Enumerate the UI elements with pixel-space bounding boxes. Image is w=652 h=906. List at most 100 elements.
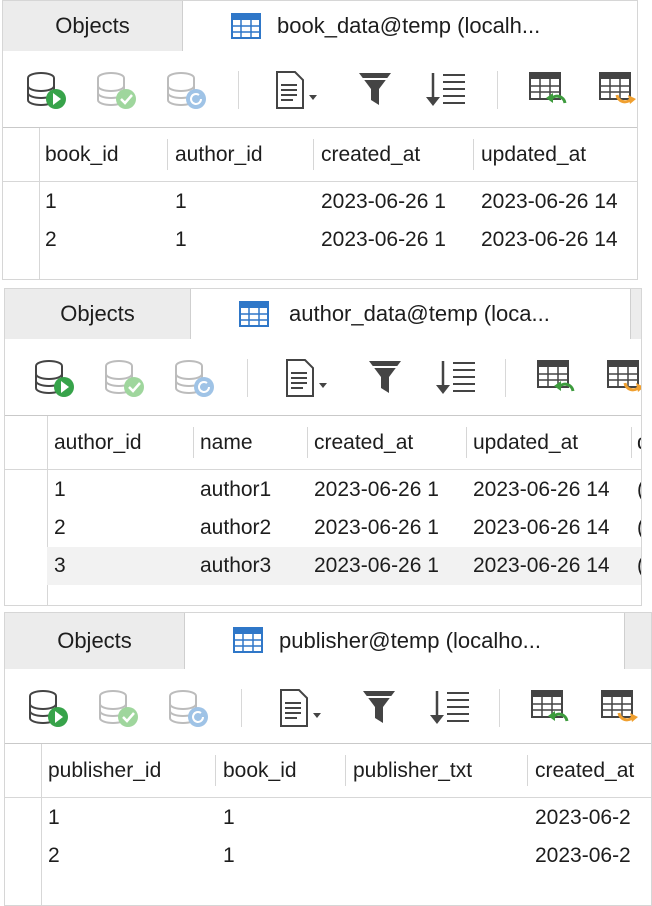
column-header[interactable]: created_at [535,744,651,797]
table-panel-book-data: Objects book_data@temp (localh... book_i… [2,0,638,280]
column-header[interactable]: author_id [175,128,313,181]
column-header[interactable]: created_at [321,128,473,181]
cell[interactable]: author1 [200,471,305,509]
column-header[interactable]: name [200,416,305,469]
filter-icon[interactable] [365,357,409,399]
tab-objects-label: Objects [55,13,130,38]
import-table-icon[interactable] [529,687,573,729]
column-divider[interactable] [307,427,308,458]
tab-title: book_data@temp (localh... [277,13,541,38]
sort-icon[interactable] [427,687,471,729]
run-query-icon[interactable] [33,357,77,399]
column-header[interactable]: book_id [45,128,165,181]
apply-changes-icon[interactable] [97,687,141,729]
cell[interactable] [353,799,525,837]
table-panel-author-data: Objects author_data@temp (loca... author… [4,288,642,606]
column-header[interactable]: updated_at [473,416,629,469]
column-divider[interactable] [527,755,528,786]
cell[interactable]: 2023-06-26 1 [314,547,464,585]
toolbar [5,339,641,415]
cell[interactable]: author2 [200,509,305,547]
run-query-icon[interactable] [27,687,71,729]
column-header-row: author_id name created_at updated_at d [5,416,641,470]
data-grid: publisher_id book_id publisher_txt creat… [5,743,651,905]
cell[interactable]: ( [637,547,641,585]
toolbar-separator [238,71,239,109]
column-divider[interactable] [466,427,467,458]
column-header[interactable]: publisher_txt [353,744,525,797]
cell[interactable]: 1 [223,799,343,837]
tab-objects-label: Objects [60,301,135,326]
cell[interactable]: 1 [45,183,163,221]
cell[interactable]: 2023-06-26 1 [314,509,464,547]
cell[interactable]: 2023-06-26 1 [314,471,464,509]
cell[interactable]: 1 [175,221,311,259]
column-divider[interactable] [193,427,194,458]
export-table-icon[interactable] [599,687,643,729]
column-divider[interactable] [631,427,632,458]
cell[interactable]: 2023-06-26 14 [481,221,637,259]
tab-book-data[interactable]: book_data@temp (localh... [183,1,637,51]
column-divider[interactable] [473,139,474,170]
cell[interactable]: 2 [45,221,163,259]
cell[interactable]: 2023-06-2 [535,837,651,875]
apply-changes-icon[interactable] [95,69,139,111]
import-table-icon[interactable] [527,69,571,111]
tab-publisher[interactable]: publisher@temp (localho... [185,613,625,669]
apply-changes-icon[interactable] [103,357,147,399]
toolbar-separator [247,359,248,397]
cell[interactable]: 2023-06-26 1 [321,183,471,221]
cell[interactable] [353,837,525,875]
sort-icon[interactable] [433,357,477,399]
export-table-icon[interactable] [605,357,642,399]
column-header[interactable]: d [637,416,641,469]
tab-title: publisher@temp (localho... [279,628,542,653]
column-header[interactable]: author_id [54,416,190,469]
document-menu-icon[interactable] [283,357,327,399]
cell[interactable]: 1 [175,183,311,221]
refresh-icon[interactable] [167,687,211,729]
toolbar-separator [505,359,506,397]
cell[interactable]: 2023-06-2 [535,799,651,837]
cell[interactable]: 2023-06-26 14 [473,509,629,547]
cell[interactable]: 2023-06-26 14 [481,183,637,221]
tab-objects[interactable]: Objects [3,1,183,51]
column-divider[interactable] [215,755,216,786]
cell[interactable]: 1 [48,799,212,837]
filter-icon[interactable] [355,69,399,111]
cell[interactable]: 2023-06-26 1 [321,221,471,259]
import-table-icon[interactable] [535,357,579,399]
column-header[interactable]: publisher_id [48,744,212,797]
tab-author-data[interactable]: author_data@temp (loca... [191,289,631,339]
cell[interactable]: 1 [54,471,190,509]
cell[interactable]: author3 [200,547,305,585]
cell[interactable]: 2023-06-26 14 [473,471,629,509]
cell[interactable]: 1 [223,837,343,875]
filter-icon[interactable] [359,687,403,729]
column-divider[interactable] [313,139,314,170]
tab-bar: Objects book_data@temp (localh... [3,1,637,52]
document-menu-icon[interactable] [273,69,317,111]
cell[interactable]: 3 [54,547,190,585]
refresh-icon[interactable] [165,69,209,111]
column-header[interactable]: book_id [223,744,343,797]
column-header[interactable]: updated_at [481,128,637,181]
cell[interactable]: ( [637,471,641,509]
cell[interactable]: 2 [54,509,190,547]
export-table-icon[interactable] [597,69,638,111]
document-menu-icon[interactable] [277,687,321,729]
tab-objects[interactable]: Objects [5,289,191,339]
table-panel-publisher: Objects publisher@temp (localho... publi… [4,612,652,906]
column-header[interactable]: created_at [314,416,464,469]
cell[interactable]: 2 [48,837,212,875]
toolbar-separator [499,689,500,727]
cell[interactable]: ( [637,509,641,547]
table-icon [233,627,263,653]
run-query-icon[interactable] [25,69,69,111]
column-divider[interactable] [345,755,346,786]
refresh-icon[interactable] [173,357,217,399]
sort-icon[interactable] [423,69,467,111]
cell[interactable]: 2023-06-26 14 [473,547,629,585]
tab-objects[interactable]: Objects [5,613,185,669]
column-divider[interactable] [167,139,168,170]
